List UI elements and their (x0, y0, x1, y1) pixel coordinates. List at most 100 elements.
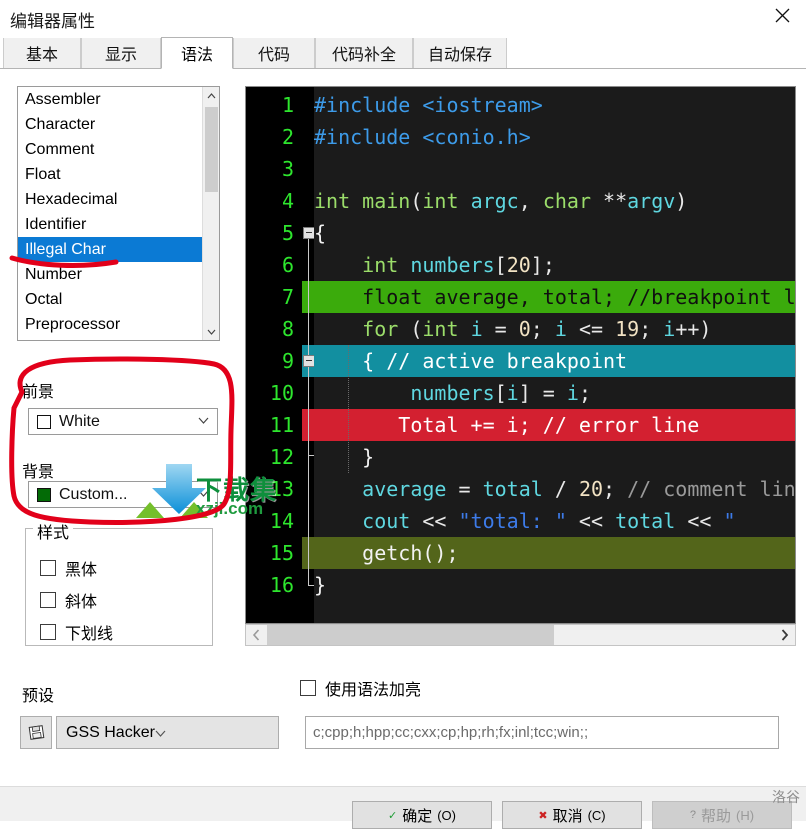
code-line[interactable] (314, 153, 795, 185)
chevron-down-icon[interactable] (155, 724, 166, 741)
code-token: ) (675, 189, 688, 213)
tab-4[interactable]: 代码 (233, 38, 315, 68)
code-token: ]; (530, 253, 555, 277)
line-number: 7 (281, 285, 294, 309)
code-line[interactable]: int numbers[20]; (314, 249, 795, 281)
code-line[interactable]: for (int i = 0; i <= 19; i++) (314, 313, 795, 345)
code-line[interactable]: cout << "total: " << total << " (314, 505, 795, 537)
code-token: i (470, 317, 483, 341)
fold-line (308, 367, 309, 455)
list-item[interactable]: Preprocessor (18, 312, 219, 337)
list-item[interactable]: Assembler (18, 87, 219, 112)
list-scrollbar[interactable] (202, 87, 219, 340)
code-token: <= (566, 317, 616, 341)
background-color-swatch (37, 487, 51, 502)
dialog-footer: ✓ 确定 (O) ✖ 取消 (C)? 帮助 (H) (0, 786, 806, 829)
tab-3[interactable]: 语法 (161, 37, 233, 69)
code-line[interactable]: } (314, 569, 795, 601)
fold-margin[interactable] (302, 87, 315, 623)
close-icon[interactable] (759, 0, 806, 31)
code-token: int (422, 189, 459, 213)
foreground-label: 前景 (22, 384, 55, 401)
tab-2[interactable]: 显示 (81, 38, 161, 68)
footer-button-2[interactable]: ✖ 取消 (C) (502, 801, 642, 829)
code-token: Total += i; // error line (314, 413, 700, 437)
code-token: << (566, 509, 616, 533)
code-token: ; (639, 317, 664, 341)
code-line[interactable]: #include <conio.h> (314, 121, 795, 153)
code-token: #include (314, 125, 423, 149)
chevron-left-icon[interactable] (246, 625, 266, 645)
chevron-up-icon[interactable] (203, 87, 219, 104)
code-token: 0 (518, 317, 531, 341)
line-number: 1 (281, 93, 294, 117)
list-item[interactable]: Octal (18, 287, 219, 312)
code-token: // comment line (627, 477, 796, 501)
code-token: = (482, 317, 519, 341)
code-line[interactable]: float average, total; //breakpoint line (314, 281, 795, 313)
code-token: i (663, 317, 676, 341)
tab-1[interactable]: 基本 (3, 38, 81, 68)
code-text-area[interactable]: #include <iostream> #include <conio.h> int… (314, 87, 795, 623)
code-line[interactable]: int main(int argc, char **argv) (314, 185, 795, 217)
code-token: { // active breakpoint (314, 349, 628, 373)
tab-6[interactable]: 自动保存 (413, 38, 507, 68)
line-number: 9 (281, 349, 294, 373)
line-number: 5 (281, 221, 294, 245)
code-line[interactable]: } (314, 441, 795, 473)
chevron-down-icon[interactable] (203, 323, 219, 340)
code-line[interactable]: average = total / 20; // comment line (314, 473, 795, 505)
line-number-gutter: 1 2 3 4 5 6 7 8 9 10 11 12 13 14 15 16 (246, 87, 302, 623)
code-token: getch(); (314, 541, 459, 565)
tab-label: 代码 (257, 47, 290, 64)
code-preview[interactable]: 1 2 3 4 5 6 7 8 9 10 11 12 13 14 15 16 #include <iostre… (245, 86, 796, 624)
tab-5[interactable]: 代码补全 (315, 38, 413, 68)
code-horizontal-scrollbar[interactable] (245, 624, 796, 646)
code-hscroll-thumb[interactable] (267, 625, 554, 645)
code-token: , (518, 189, 543, 213)
tab-label: 基本 (25, 47, 58, 64)
code-token: ( (410, 189, 423, 213)
chevron-right-icon[interactable] (775, 625, 795, 645)
use-syntax-highlight-checkbox[interactable]: 使用语法加亮 (300, 676, 421, 700)
syntax-element-list[interactable]: Assembler Character Comment Float Hexadecima… (17, 86, 220, 341)
background-label: 背景 (22, 464, 55, 481)
list-item[interactable]: Illegal Char (18, 237, 211, 262)
list-item[interactable]: Identifier (18, 212, 219, 237)
style-option-2[interactable]: 斜体 (40, 588, 97, 612)
style-option-1[interactable]: 黑体 (40, 556, 97, 580)
fold-line (308, 455, 309, 585)
foreground-color-value: White (59, 412, 100, 430)
list-item[interactable]: Comment (18, 137, 219, 162)
preset-combo[interactable]: GSS Hacker (56, 716, 279, 749)
code-line[interactable]: getch(); (314, 537, 795, 569)
save-disk-icon[interactable] (20, 716, 52, 749)
style-option-3[interactable]: 下划线 (40, 620, 113, 644)
list-item[interactable]: Character (18, 112, 219, 137)
code-line[interactable]: #include <iostream> (314, 89, 795, 121)
code-line[interactable]: Total += i; // error line (314, 409, 795, 441)
code-token: numbers (410, 381, 495, 405)
file-extensions-input[interactable] (305, 716, 779, 749)
code-line[interactable]: { (314, 217, 795, 249)
code-token: <iostream> (422, 93, 543, 117)
background-color-combo[interactable]: Custom... (28, 481, 218, 508)
foreground-color-combo[interactable]: White (28, 408, 218, 435)
code-line[interactable]: { // active breakpoint (314, 345, 795, 377)
list-scrollbar-thumb[interactable] (205, 107, 218, 192)
window-title: 编辑器属性 (10, 12, 95, 31)
code-token: i (554, 317, 567, 341)
code-token: char (542, 189, 591, 213)
list-item[interactable]: Hexadecimal (18, 187, 219, 212)
list-item[interactable]: Number (18, 262, 219, 287)
chevron-down-icon[interactable] (198, 488, 209, 500)
footer-button-1[interactable]: ✓ 确定 (O) (352, 801, 492, 829)
code-line[interactable]: numbers[i] = i; (314, 377, 795, 409)
list-item[interactable]: Float (18, 162, 219, 187)
code-token: << (410, 509, 459, 533)
chevron-down-icon[interactable] (198, 415, 209, 427)
code-token: argv (627, 189, 676, 213)
